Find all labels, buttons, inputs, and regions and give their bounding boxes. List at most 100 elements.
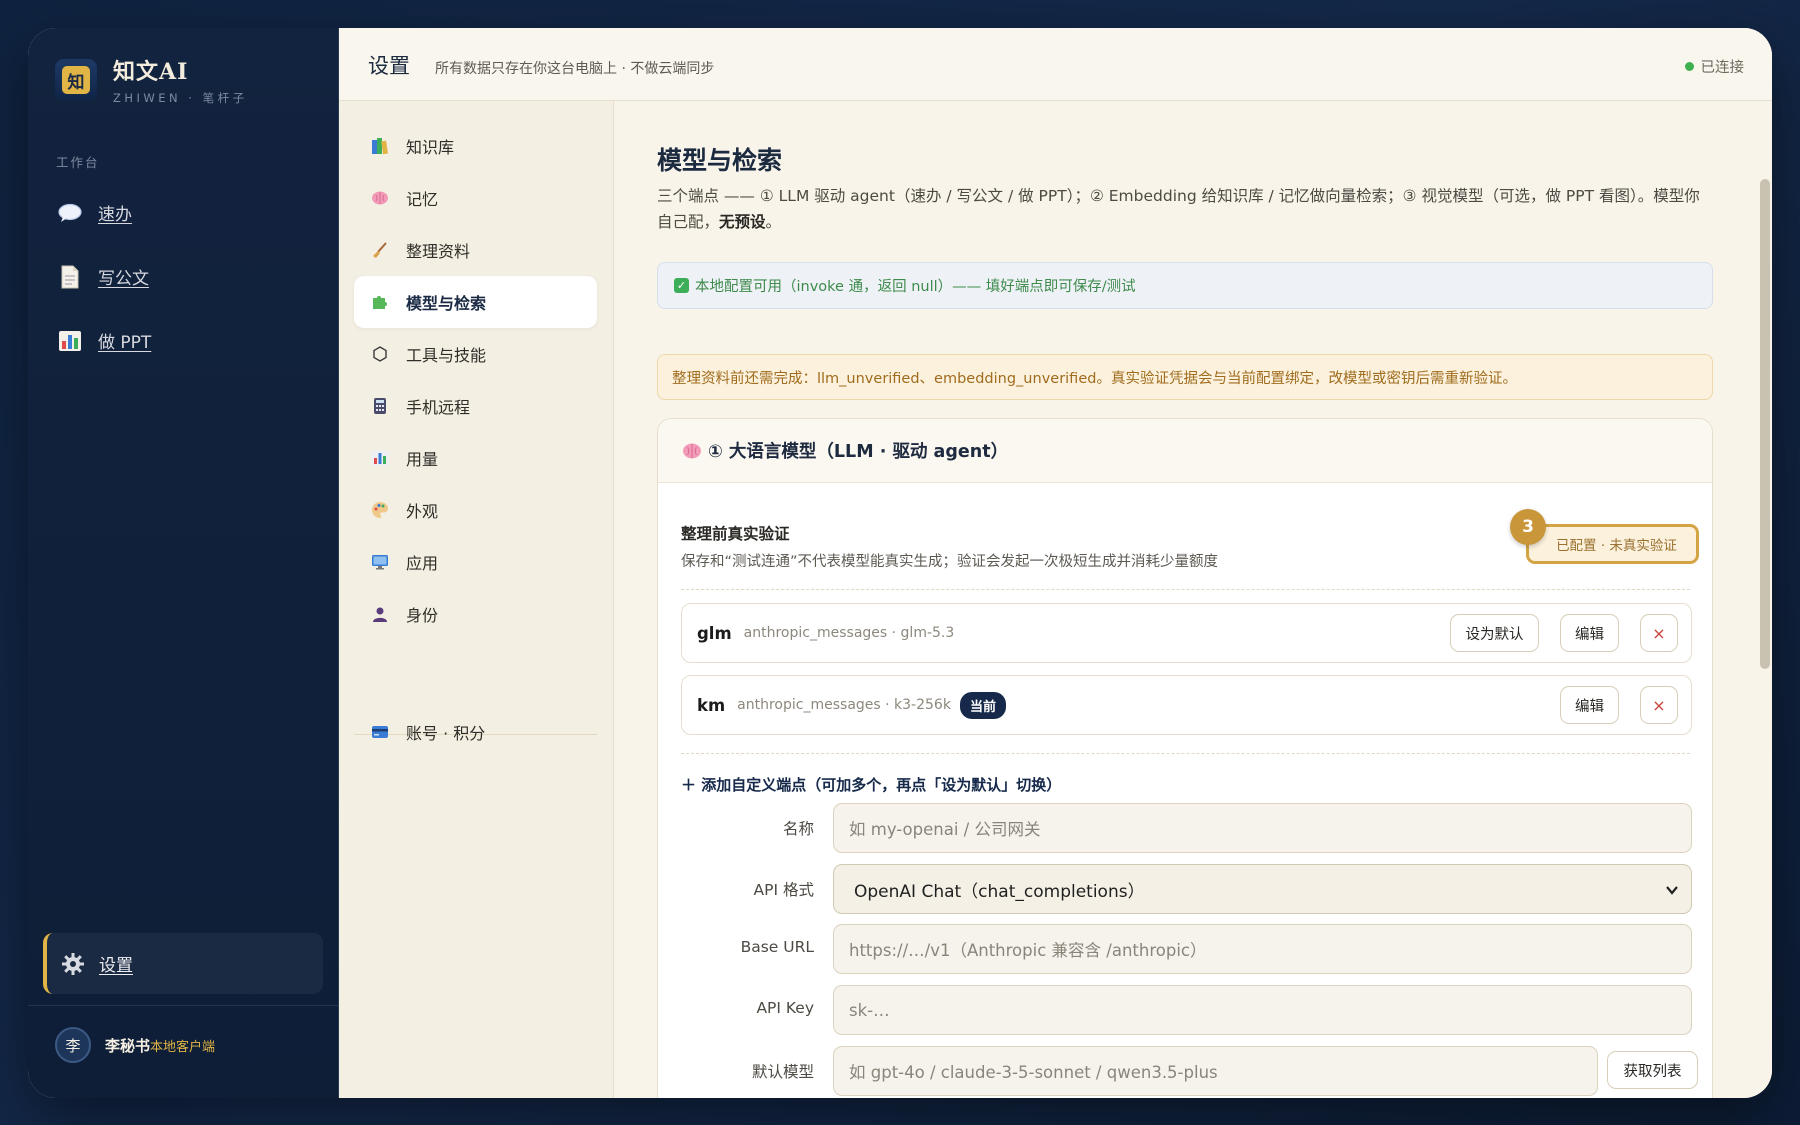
fetch-models-button[interactable]: 获取列表 bbox=[1607, 1051, 1698, 1089]
speech-bubble-icon bbox=[56, 201, 84, 225]
intro-text: 三个端点 —— ① LLM 驱动 agent（速办 / 写公文 / 做 PPT）… bbox=[657, 187, 1700, 231]
base-url-label: Base URL bbox=[740, 938, 814, 956]
delete-button[interactable]: × bbox=[1640, 686, 1678, 724]
api-key-label: API Key bbox=[756, 999, 814, 1017]
sidebar-item-suban[interactable]: 速办 bbox=[56, 200, 132, 225]
edit-button[interactable]: 编辑 bbox=[1560, 614, 1619, 652]
settings-nav-remote[interactable]: 手机远程 bbox=[354, 380, 597, 432]
settings-nav-label: 身份 bbox=[406, 606, 439, 625]
llm-card-header: ① 大语言模型（LLM · 驱动 agent） bbox=[658, 419, 1712, 483]
hexagon-icon bbox=[369, 344, 391, 364]
app-window: 知 知文AI ZHIWEN · 笔杆子 工作台 速办 写公文 做 PPT 设置 … bbox=[28, 28, 1772, 1098]
verify-status-button[interactable]: 已配置 · 未真实验证 bbox=[1526, 524, 1699, 564]
credit-card-icon bbox=[369, 722, 391, 742]
broom-icon bbox=[369, 240, 391, 260]
verification-warning-alert: 整理资料前还需完成：llm_unverified、embedding_unver… bbox=[657, 354, 1713, 400]
sidebar-item-label: 写公文 bbox=[98, 269, 149, 289]
name-input[interactable]: 如 my-openai / 公司网关 bbox=[833, 803, 1692, 853]
alert-warn-text: 整理资料前还需完成：llm_unverified、embedding_unver… bbox=[672, 370, 1517, 387]
api-format-value: OpenAI Chat（chat_completions） bbox=[854, 881, 1145, 902]
edit-button[interactable]: 编辑 bbox=[1560, 686, 1619, 724]
section-heading: 模型与检索 bbox=[657, 146, 783, 175]
brain-icon bbox=[369, 188, 391, 208]
status-dot-icon bbox=[1684, 62, 1694, 71]
page-title: 设置 bbox=[368, 54, 410, 78]
books-icon bbox=[369, 136, 391, 156]
settings-nav-label: 工具与技能 bbox=[406, 346, 487, 365]
settings-nav-label: 模型与检索 bbox=[406, 294, 487, 313]
sidebar-item-settings[interactable]: 设置 bbox=[43, 933, 323, 994]
settings-nav-label: 整理资料 bbox=[406, 242, 471, 261]
endpoint-meta: anthropic_messages · glm-5.3 bbox=[743, 625, 955, 641]
format-label: API 格式 bbox=[753, 881, 814, 899]
close-icon: × bbox=[1652, 695, 1666, 715]
settings-nav-label: 知识库 bbox=[406, 138, 455, 157]
plus-icon: ＋ bbox=[681, 776, 697, 794]
intro-end: 。 bbox=[765, 213, 782, 231]
puzzle-icon bbox=[369, 292, 391, 312]
settings-nav-identity[interactable]: 身份 bbox=[354, 588, 597, 640]
base-url-input[interactable]: https://…/v1（Anthropic 兼容含 /anthropic） bbox=[833, 924, 1692, 974]
set-default-button[interactable]: 设为默认 bbox=[1450, 614, 1539, 652]
app-subtitle: ZHIWEN · 笔杆子 bbox=[113, 91, 248, 105]
divider bbox=[28, 1005, 338, 1006]
close-icon: × bbox=[1652, 623, 1666, 643]
add-endpoint-label: 添加自定义端点（可加多个，再点「设为默认」切换） bbox=[701, 776, 1062, 794]
main-area: 设置 所有数据只存在你这台电脑上 · 不做云端同步 已连接 知识库 记忆 整理资… bbox=[339, 28, 1772, 1098]
document-icon bbox=[56, 265, 84, 289]
palette-icon bbox=[369, 500, 391, 520]
user-tag: 本地客户端 bbox=[150, 1039, 216, 1055]
settings-nav-memory[interactable]: 记忆 bbox=[354, 172, 597, 224]
sidebar-item-ppt[interactable]: 做 PPT bbox=[56, 328, 151, 353]
monitor-icon bbox=[369, 552, 391, 572]
checkmark-icon: ✓ bbox=[674, 278, 689, 293]
person-icon bbox=[369, 604, 391, 624]
settings-nav-appearance[interactable]: 外观 bbox=[354, 484, 597, 536]
settings-nav-label: 外观 bbox=[406, 502, 439, 521]
step-badge: 3 bbox=[1510, 509, 1546, 545]
settings-nav: 知识库 记忆 整理资料 模型与检索 工具与技能 手机远程 用量 外观 应用 身份… bbox=[339, 101, 614, 1098]
config-ok-alert: ✓ 本地配置可用（invoke 通，返回 null）—— 填好端点即可保存/测试 bbox=[657, 262, 1713, 309]
add-endpoint-link[interactable]: ＋ 添加自定义端点（可加多个，再点「设为默认」切换） bbox=[681, 774, 1061, 795]
calculator-icon bbox=[369, 396, 391, 416]
settings-nav-apps[interactable]: 应用 bbox=[354, 536, 597, 588]
scrollbar[interactable] bbox=[1760, 179, 1770, 669]
sidebar-item-label: 设置 bbox=[99, 956, 133, 976]
sidebar-item-gongwen[interactable]: 写公文 bbox=[56, 264, 149, 289]
brain-icon bbox=[682, 442, 702, 460]
section-intro: 三个端点 —— ① LLM 驱动 agent（速办 / 写公文 / 做 PPT）… bbox=[657, 183, 1712, 235]
sidebar: 知 知文AI ZHIWEN · 笔杆子 工作台 速办 写公文 做 PPT 设置 … bbox=[28, 28, 339, 1098]
name-label: 名称 bbox=[782, 820, 814, 838]
divider bbox=[681, 589, 1690, 590]
logo-mark: 知 bbox=[62, 66, 90, 94]
connection-status: 已连接 bbox=[1684, 56, 1744, 77]
settings-nav-label: 账号 · 积分 bbox=[406, 724, 486, 743]
default-model-input[interactable]: 如 gpt-4o / claude-3-5-sonnet / qwen3.5-p… bbox=[833, 1046, 1598, 1096]
app-name: 知文AI bbox=[113, 59, 189, 85]
chevron-down-icon bbox=[1665, 882, 1679, 902]
delete-button[interactable]: × bbox=[1640, 614, 1678, 652]
user-profile[interactable]: 李 李秘书本地客户端 bbox=[55, 1027, 215, 1063]
verify-title: 整理前真实验证 bbox=[681, 525, 790, 543]
api-key-input[interactable]: sk-… bbox=[833, 985, 1692, 1035]
section-label: 工作台 bbox=[56, 155, 100, 170]
settings-nav-tools[interactable]: 工具与技能 bbox=[354, 328, 597, 380]
settings-nav-organize[interactable]: 整理资料 bbox=[354, 224, 597, 276]
llm-card-title: ① 大语言模型（LLM · 驱动 agent） bbox=[708, 442, 1009, 462]
api-format-select[interactable]: OpenAI Chat（chat_completions） bbox=[833, 864, 1692, 914]
endpoint-name: km bbox=[697, 695, 726, 715]
gear-icon bbox=[59, 952, 87, 976]
sidebar-item-label: 速办 bbox=[98, 205, 132, 225]
logo: 知 bbox=[55, 59, 97, 101]
bar-chart-icon bbox=[56, 329, 84, 353]
settings-nav-usage[interactable]: 用量 bbox=[354, 432, 597, 484]
settings-nav-account[interactable]: 账号 · 积分 bbox=[354, 706, 597, 758]
settings-content: 模型与检索 三个端点 —— ① LLM 驱动 agent（速办 / 写公文 / … bbox=[614, 101, 1772, 1098]
settings-nav-label: 手机远程 bbox=[406, 398, 471, 417]
endpoint-row: km anthropic_messages · k3-256k 当前 编辑 × bbox=[681, 675, 1692, 735]
settings-nav-models[interactable]: 模型与检索 bbox=[354, 276, 597, 328]
divider bbox=[681, 753, 1690, 754]
current-badge: 当前 bbox=[959, 691, 1006, 719]
settings-nav-knowledge[interactable]: 知识库 bbox=[354, 120, 597, 172]
endpoint-name: glm bbox=[697, 623, 732, 643]
